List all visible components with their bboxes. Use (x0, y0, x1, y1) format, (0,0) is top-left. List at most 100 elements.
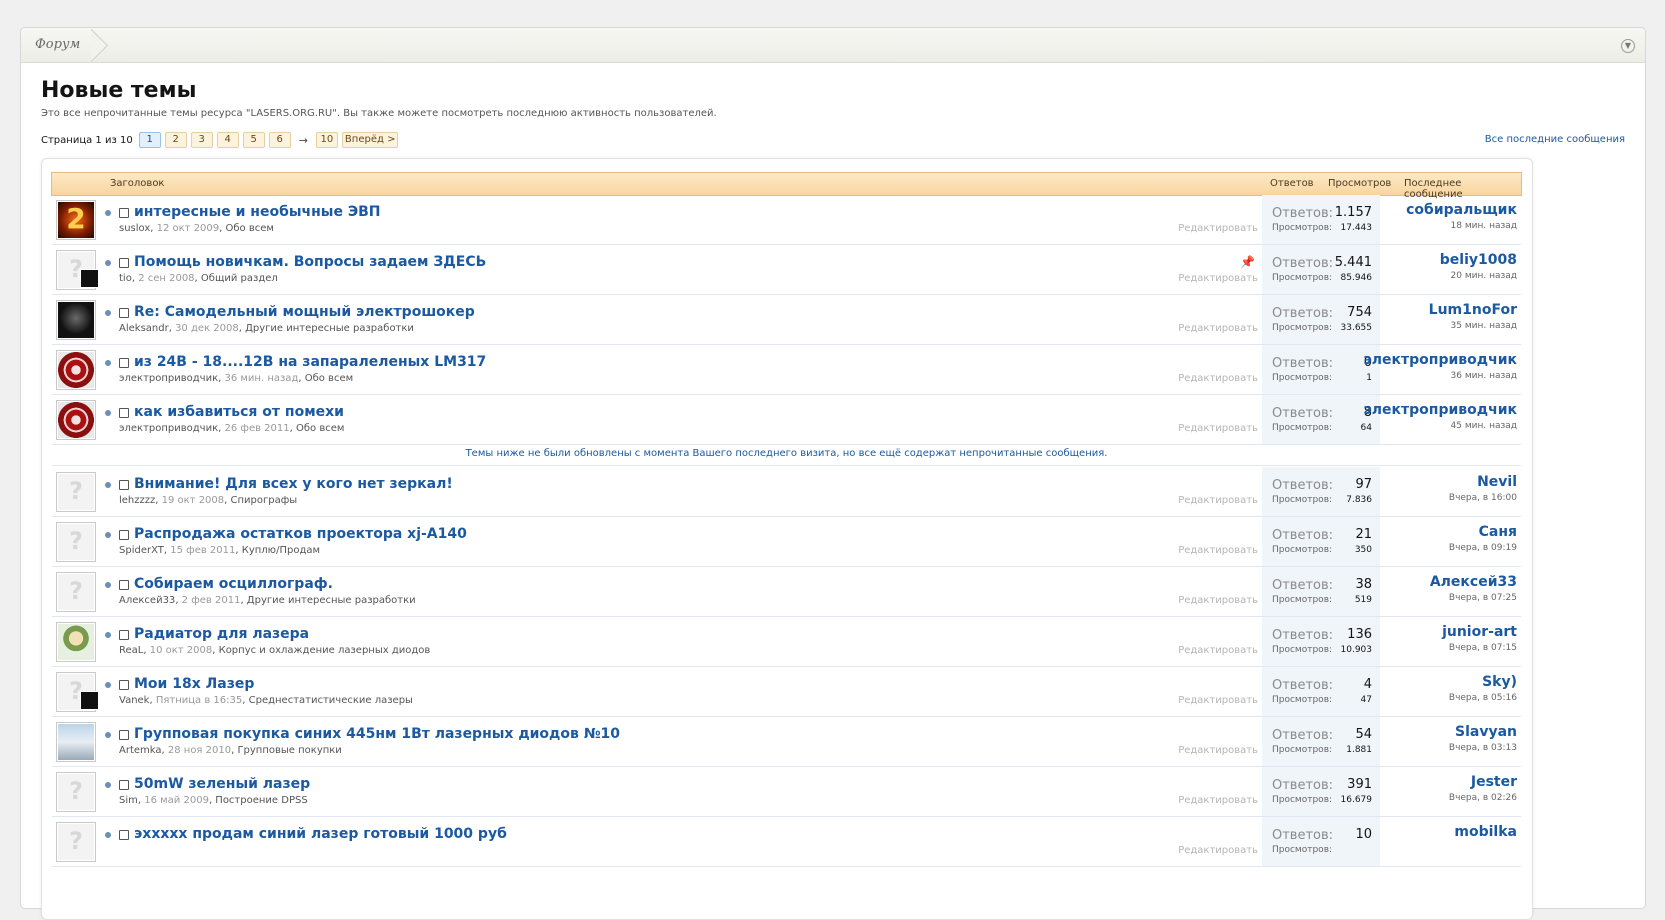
unread-dot-icon[interactable] (105, 210, 111, 216)
thread-title[interactable]: Помощь новичкам. Вопросы задаем ЗДЕСЬ (134, 254, 486, 270)
thread-title[interactable]: Мои 18х Лазер (134, 676, 254, 692)
thread-date[interactable]: 12 окт 2009 (157, 223, 220, 234)
unread-dot-icon[interactable] (105, 732, 111, 738)
edit-link[interactable]: Редактировать (1178, 595, 1258, 606)
thread-date[interactable]: 28 ноя 2010 (168, 745, 231, 756)
last-post-time[interactable]: 36 мин. назад (1363, 371, 1517, 381)
avatar[interactable] (56, 622, 96, 662)
thread-checkbox[interactable] (119, 780, 129, 790)
thread-date[interactable]: 2 сен 2008 (138, 273, 194, 284)
thread-checkbox[interactable] (119, 208, 129, 218)
avatar[interactable] (56, 400, 96, 440)
edit-link[interactable]: Редактировать (1178, 495, 1258, 506)
thread-title[interactable]: из 24В - 18....12В на запаралеленых LM31… (134, 354, 486, 370)
thread-date[interactable]: Пятница в 16:35 (156, 695, 242, 706)
last-post-time[interactable]: 35 мин. назад (1429, 321, 1517, 331)
thread-date[interactable]: 26 фев 2011 (224, 423, 289, 434)
thread-title[interactable]: эххххх продам синий лазер готовый 1000 р… (134, 826, 507, 842)
last-post-user[interactable]: Саня (1449, 524, 1517, 540)
thread-checkbox[interactable] (119, 258, 129, 268)
thread-author[interactable]: электроприводчик (119, 423, 218, 434)
thread-date[interactable]: 15 фев 2011 (170, 545, 235, 556)
last-post-time[interactable]: 45 мин. назад (1363, 421, 1517, 431)
edit-link[interactable]: Редактировать (1178, 223, 1258, 234)
thread-date[interactable]: 2 фев 2011 (182, 595, 241, 606)
thread-title[interactable]: Re: Самодельный мощный электрошокер (134, 304, 475, 320)
thread-date[interactable]: 19 окт 2008 (162, 495, 225, 506)
thread-author[interactable]: Алексей33 (119, 595, 175, 606)
last-post-user[interactable]: электроприводчик (1363, 402, 1517, 418)
last-post-time[interactable]: Вчера, в 09:19 (1449, 543, 1517, 553)
thread-author[interactable]: электроприводчик (119, 373, 218, 384)
thread-checkbox[interactable] (119, 730, 129, 740)
last-poster-avatar[interactable] (80, 691, 99, 710)
edit-link[interactable]: Редактировать (1178, 695, 1258, 706)
thread-date[interactable]: 30 дек 2008 (175, 323, 239, 334)
thread-checkbox[interactable] (119, 480, 129, 490)
thread-checkbox[interactable] (119, 408, 129, 418)
unread-dot-icon[interactable] (105, 582, 111, 588)
thread-checkbox[interactable] (119, 680, 129, 690)
unread-dot-icon[interactable] (105, 410, 111, 416)
thread-author[interactable]: tio (119, 273, 132, 284)
thread-title[interactable]: Собираем осциллограф. (134, 576, 333, 592)
last-post-user[interactable]: электроприводчик (1363, 352, 1517, 368)
avatar[interactable] (56, 472, 96, 512)
thread-author[interactable]: ReaL (119, 645, 143, 656)
unread-dot-icon[interactable] (105, 532, 111, 538)
thread-author[interactable]: Vanek (119, 695, 149, 706)
last-post-time[interactable]: Вчера, в 07:15 (1442, 643, 1517, 653)
last-post-user[interactable]: Nevil (1449, 474, 1517, 490)
edit-link[interactable]: Редактировать (1178, 845, 1258, 856)
unread-dot-icon[interactable] (105, 360, 111, 366)
thread-checkbox[interactable] (119, 530, 129, 540)
avatar[interactable] (56, 722, 96, 762)
thread-title[interactable]: Групповая покупка синих 445нм 1Вт лазерн… (134, 726, 620, 742)
avatar[interactable] (56, 772, 96, 812)
last-post-time[interactable]: Вчера, в 16:00 (1449, 493, 1517, 503)
last-post-user[interactable]: Jester (1449, 774, 1517, 790)
last-post-time[interactable]: 20 мин. назад (1440, 271, 1517, 281)
last-post-user[interactable]: beliy1008 (1440, 252, 1517, 268)
thread-title[interactable]: Распродажа остатков проектора xj-A140 (134, 526, 467, 542)
thread-forum[interactable]: Построение DPSS (215, 795, 307, 806)
thread-forum[interactable]: Обо всем (226, 223, 274, 234)
thread-forum[interactable]: Куплю/Продам (242, 545, 320, 556)
unread-dot-icon[interactable] (105, 832, 111, 838)
thread-checkbox[interactable] (119, 308, 129, 318)
thread-author[interactable]: Sim (119, 795, 138, 806)
chevron-down-icon[interactable]: ▼ (1621, 39, 1635, 53)
thread-title[interactable]: интересные и необычные ЭВП (134, 204, 381, 220)
last-post-user[interactable]: собиральщик (1406, 202, 1517, 218)
thread-forum[interactable]: Обо всем (305, 373, 353, 384)
all-recent-link[interactable]: Все последние сообщения (1485, 134, 1625, 145)
thread-forum[interactable]: Корпус и охлаждение лазерных диодов (219, 645, 431, 656)
page-link-1[interactable]: 1 (138, 132, 161, 148)
header-replies[interactable]: Ответов (1270, 178, 1314, 189)
avatar[interactable] (56, 200, 96, 240)
last-post-time[interactable]: Вчера, в 02:26 (1449, 793, 1517, 803)
last-post-time[interactable]: Вчера, в 07:25 (1430, 593, 1517, 603)
last-post-user[interactable]: Алексей33 (1430, 574, 1517, 590)
thread-forum[interactable]: Другие интересные разработки (247, 595, 416, 606)
thread-forum[interactable]: Спирографы (231, 495, 298, 506)
page-link-5[interactable]: 5 (242, 132, 265, 148)
thread-author[interactable]: SpiderXT (119, 545, 164, 556)
thread-forum[interactable]: Общий раздел (201, 273, 278, 284)
thread-date[interactable]: 16 май 2009 (144, 795, 209, 806)
avatar[interactable] (56, 350, 96, 390)
edit-link[interactable]: Редактировать (1178, 373, 1258, 384)
edit-link[interactable]: Редактировать (1178, 545, 1258, 556)
edit-link[interactable]: Редактировать (1178, 645, 1258, 656)
thread-date[interactable]: 36 мин. назад (224, 373, 298, 384)
avatar[interactable] (56, 572, 96, 612)
last-post-time[interactable]: 18 мин. назад (1406, 221, 1517, 231)
thread-checkbox[interactable] (119, 358, 129, 368)
avatar[interactable] (56, 300, 96, 340)
edit-link[interactable]: Редактировать (1178, 323, 1258, 334)
edit-link[interactable]: Редактировать (1178, 273, 1258, 284)
page-link-4[interactable]: 4 (216, 132, 239, 148)
thread-checkbox[interactable] (119, 830, 129, 840)
thread-forum[interactable]: Другие интересные разработки (245, 323, 414, 334)
thread-title[interactable]: 50mW зеленый лазер (134, 776, 310, 792)
